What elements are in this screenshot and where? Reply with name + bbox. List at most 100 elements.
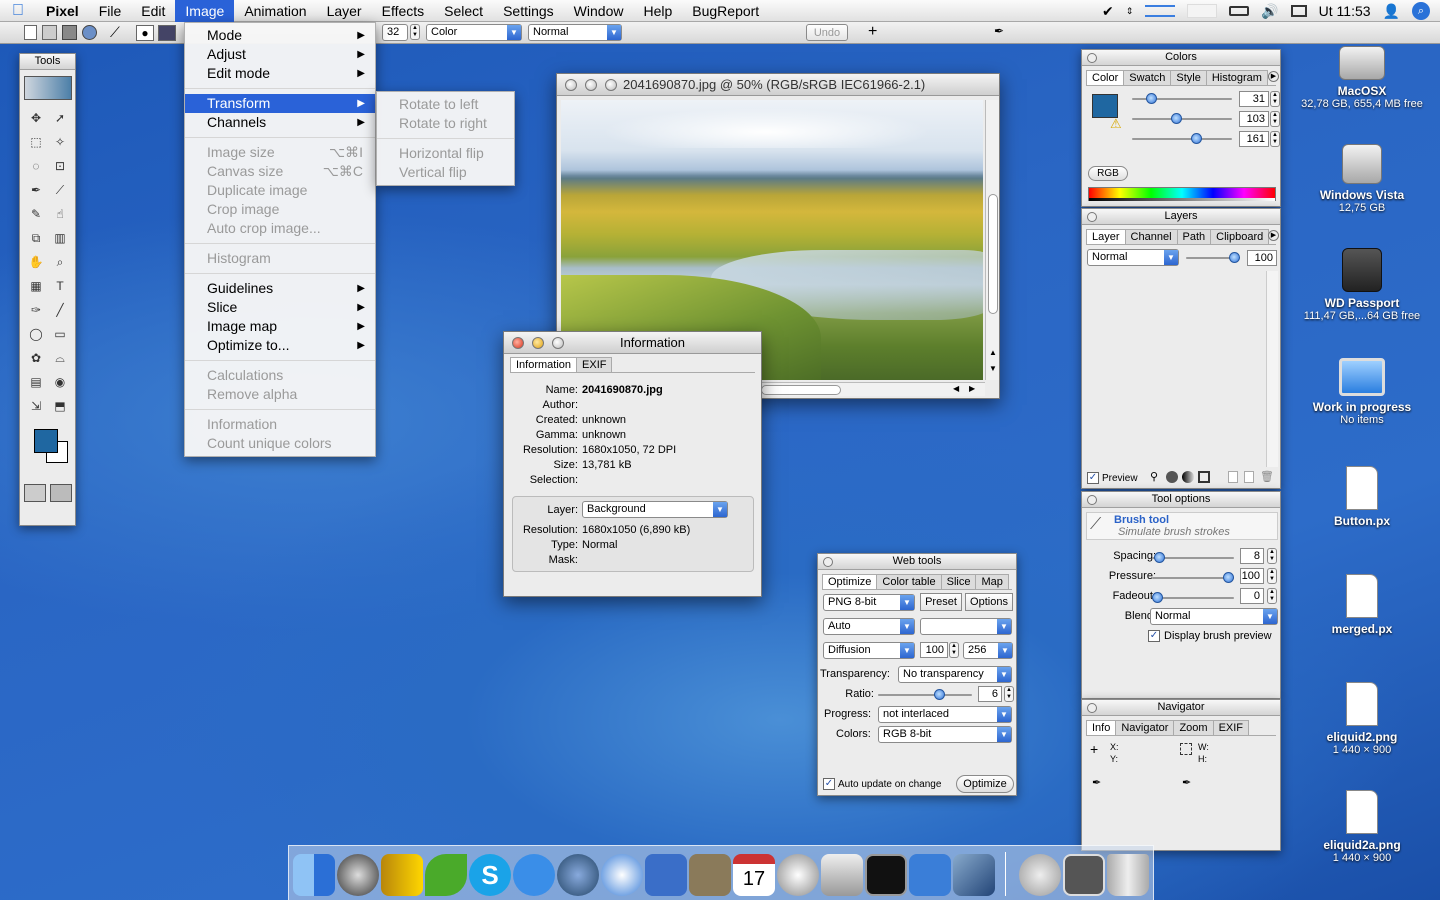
panel-close-button[interactable] (1087, 212, 1097, 222)
menu-help[interactable]: Help (633, 0, 682, 22)
zoom-tool-icon[interactable]: ⌕ (50, 252, 70, 272)
xcode-icon[interactable] (645, 854, 687, 896)
size-stepper[interactable]: ▲ ▼ (410, 24, 420, 40)
size-field[interactable]: 32 (382, 24, 408, 41)
app-menu[interactable]: Pixel (36, 0, 89, 22)
brush-tool-icon[interactable]: ⟋ (50, 180, 70, 200)
desktop-icon-button-px[interactable]: Button.px (1292, 466, 1432, 528)
menu-item-slice[interactable]: Slice ▶ (185, 298, 375, 317)
ratio-slider-knob[interactable] (934, 689, 945, 700)
zoom-button[interactable] (605, 79, 617, 91)
clock[interactable]: Ut 11:53 (1319, 3, 1371, 19)
preset-button[interactable]: Preset (920, 593, 962, 611)
open-icon[interactable] (42, 25, 57, 40)
menu-item-transform[interactable]: Transform ▶ (185, 94, 375, 113)
itunes-icon[interactable] (777, 854, 819, 896)
xscope-icon[interactable] (909, 854, 951, 896)
time-machine-icon[interactable] (337, 854, 379, 896)
desktop-icon-eliquid2a[interactable]: eliquid2a.png 1 440 × 900 (1292, 790, 1432, 864)
tab-path[interactable]: Path (1176, 229, 1212, 244)
preview-icon[interactable] (689, 854, 731, 896)
ichat-icon[interactable] (513, 854, 555, 896)
pressure-slider[interactable] (1152, 577, 1234, 579)
undo-button[interactable]: Undo (806, 24, 848, 41)
network-globe-icon[interactable] (557, 854, 599, 896)
menu-animation[interactable]: Animation (234, 0, 316, 22)
layers-titlebar[interactable]: Layers (1082, 209, 1280, 225)
panel-menu-arrow-icon[interactable]: ▶ (1268, 230, 1279, 241)
information-titlebar[interactable]: Information (504, 332, 761, 354)
scroll-down-arrow-icon[interactable]: ▼ (989, 364, 997, 373)
pencil-tool-icon[interactable]: ✎ (26, 204, 46, 224)
apple-menu-icon[interactable]:  (0, 2, 36, 20)
tab-exif[interactable]: EXIF (1212, 720, 1250, 735)
red-stepper[interactable]: ▲ ▼ (1270, 91, 1280, 107)
tab-navigator[interactable]: Navigator (1115, 720, 1175, 735)
minimize-button[interactable] (585, 79, 597, 91)
ratio-stepper[interactable]: ▲ ▼ (1004, 686, 1014, 702)
clone-tool-icon[interactable]: ⧉ (26, 228, 46, 248)
finder-icon[interactable] (293, 854, 335, 896)
green-stepper[interactable]: ▲ ▼ (1270, 111, 1280, 127)
menu-select[interactable]: Select (434, 0, 493, 22)
tab-information[interactable]: Information (510, 357, 578, 372)
ratio-value[interactable]: 6 (978, 686, 1002, 702)
menu-window[interactable]: Window (564, 0, 634, 22)
red-slider-knob[interactable] (1146, 93, 1157, 104)
mask-mode-icon[interactable] (24, 484, 46, 502)
palette-secondary-select[interactable]: ▼ (920, 618, 1012, 635)
sphere-tool-icon[interactable]: ◉ (50, 372, 70, 392)
brush-icon[interactable]: ⟋ (110, 24, 120, 41)
panel-close-button[interactable] (823, 557, 833, 567)
menu-layer[interactable]: Layer (317, 0, 372, 22)
desktop-icon-wd-passport[interactable]: WD Passport 111,47 GB,...64 GB free (1292, 248, 1432, 322)
colors-select[interactable]: RGB 8-bit ▼ (878, 726, 1012, 743)
trash-icon[interactable]: 🗑 (1260, 470, 1274, 483)
notes-tool-icon[interactable]: ▤ (26, 372, 46, 392)
tool-options-titlebar[interactable]: Tool options (1082, 492, 1280, 508)
hand-mode-icon[interactable] (50, 484, 72, 502)
desktop-icon-windows-vista[interactable]: Windows Vista 12,75 GB (1292, 144, 1432, 214)
fadeout-value[interactable]: 0 (1240, 588, 1264, 604)
blue-slider[interactable] (1132, 138, 1232, 140)
duplicate-layer-icon[interactable] (1244, 471, 1254, 483)
palette-select[interactable]: Auto ▼ (823, 618, 915, 635)
lasso-tool-icon[interactable]: ◌ (26, 156, 46, 176)
tab-style[interactable]: Style (1170, 70, 1207, 85)
save-icon[interactable] (62, 25, 77, 40)
layer-select[interactable]: Background ▼ (582, 501, 728, 518)
dither-select[interactable]: Diffusion ▼ (823, 642, 915, 659)
line-tool-icon[interactable]: ╱ (50, 300, 70, 320)
blue-value[interactable]: 161 (1239, 131, 1269, 147)
pixel-app-icon[interactable] (953, 854, 995, 896)
desktop-icon-macosx[interactable]: MacOSX 32,78 GB, 655,4 MB free (1292, 42, 1432, 110)
panel-menu-arrow-icon[interactable]: ▶ (1268, 71, 1279, 82)
layers-scrollbar[interactable] (1266, 271, 1278, 467)
tab-zoom[interactable]: Zoom (1173, 720, 1214, 735)
user-icon[interactable]: 👤 (1383, 3, 1400, 20)
green-value[interactable]: 103 (1239, 111, 1269, 127)
pattern-icon[interactable] (158, 25, 176, 41)
navigator-titlebar[interactable]: Navigator (1082, 700, 1280, 716)
opacity-slider-knob[interactable] (1229, 252, 1240, 263)
leaf-icon[interactable] (425, 854, 467, 896)
pressure-value[interactable]: 100 (1240, 568, 1264, 584)
mode-select[interactable]: Color ▼ (426, 24, 522, 41)
colors-titlebar[interactable]: Colors (1082, 50, 1280, 66)
panel-close-button[interactable] (1087, 53, 1097, 63)
menu-image[interactable]: Image (175, 0, 235, 22)
menu-item-channels[interactable]: Channels ▶ (185, 113, 375, 132)
red-value[interactable]: 31 (1239, 91, 1269, 107)
battery-icon[interactable] (1229, 6, 1250, 16)
spectrum-bar[interactable] (1088, 187, 1276, 201)
smudge-tool-icon[interactable]: ☝ (50, 204, 70, 224)
transparency-select[interactable]: No transparency ▼ (898, 666, 1012, 683)
desktop-icon-merged-px[interactable]: merged.px (1292, 574, 1432, 636)
menu-settings[interactable]: Settings (493, 0, 564, 22)
tab-color[interactable]: Color (1086, 70, 1125, 85)
green-slider-knob[interactable] (1171, 113, 1182, 124)
eyedropper-icon[interactable]: ✒ (994, 24, 1004, 38)
optimize-button[interactable]: Optimize (956, 775, 1014, 793)
new-layer-icon[interactable] (1228, 471, 1238, 483)
select-arrow-tool-icon[interactable]: ⇲ (26, 396, 46, 416)
